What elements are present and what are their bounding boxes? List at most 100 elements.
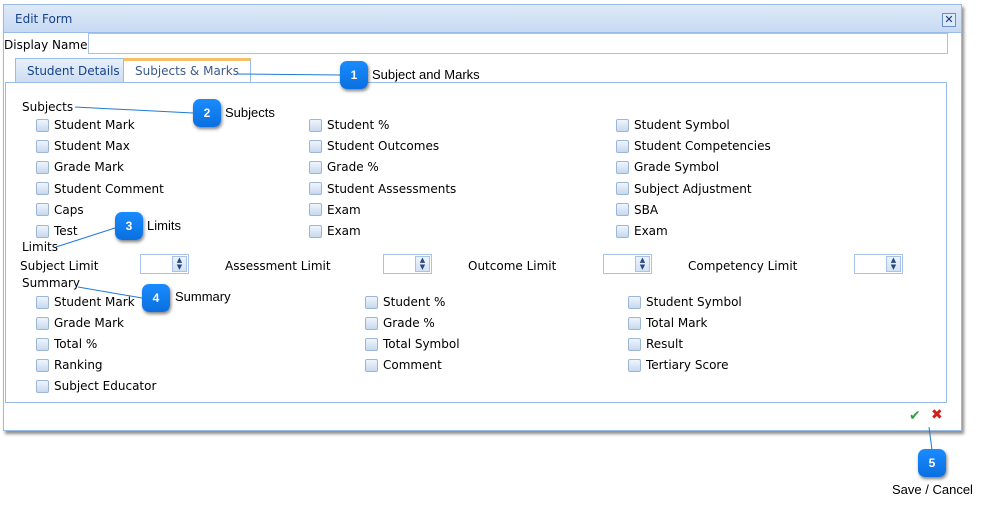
subjects-checkbox-item[interactable]: Student Symbol <box>616 118 730 132</box>
close-icon[interactable]: ✕ <box>942 13 956 27</box>
subjects-checkbox-item[interactable]: Grade % <box>309 160 379 174</box>
subjects-checkbox-item[interactable]: Grade Mark <box>36 160 124 174</box>
tab-subjects-marks[interactable]: Subjects & Marks <box>123 58 251 85</box>
subjects-checkbox-item[interactable]: Student Max <box>36 139 130 153</box>
subjects-checkbox-item[interactable]: Exam <box>309 203 361 217</box>
callout-badge-2: 2 <box>193 99 221 127</box>
summary-checkbox-item[interactable]: Student Mark <box>36 295 135 309</box>
callout-text-3: Limits <box>147 218 181 233</box>
checkbox[interactable] <box>36 160 49 174</box>
checkbox[interactable] <box>309 160 322 174</box>
checkbox[interactable] <box>616 160 629 174</box>
checkbox[interactable] <box>36 295 49 309</box>
checkbox[interactable] <box>628 316 641 330</box>
checkbox[interactable] <box>616 203 629 217</box>
subjects-checkbox-item[interactable]: Exam <box>616 224 668 238</box>
cross-icon[interactable]: ✖ <box>931 407 943 423</box>
callout-badge-4: 4 <box>142 284 170 312</box>
checkbox-label: Exam <box>327 224 361 238</box>
outcome-limit-spinner[interactable]: ▲ ▼ <box>603 254 652 274</box>
subjects-checkbox-item[interactable]: Student Assessments <box>309 182 456 196</box>
callout-badge-3: 3 <box>115 212 143 240</box>
summary-checkbox-item[interactable]: Ranking <box>36 358 103 372</box>
checkbox-label: Student Symbol <box>646 295 742 309</box>
checkbox-label: Student % <box>327 118 390 132</box>
checkbox[interactable] <box>365 358 378 372</box>
checkbox[interactable] <box>309 224 322 238</box>
chevron-down-icon[interactable]: ▼ <box>173 264 186 271</box>
checkbox[interactable] <box>365 316 378 330</box>
callout-text-4: Summary <box>175 289 231 304</box>
subjects-checkbox-item[interactable]: Test <box>36 224 78 238</box>
checkbox[interactable] <box>616 118 629 132</box>
checkbox[interactable] <box>616 182 629 196</box>
checkbox[interactable] <box>309 139 322 153</box>
chevron-down-icon[interactable]: ▼ <box>887 264 900 271</box>
display-name-input[interactable] <box>88 33 948 54</box>
checkbox[interactable] <box>36 379 49 393</box>
competency-limit-spinner[interactable]: ▲ ▼ <box>854 254 903 274</box>
checkbox[interactable] <box>309 182 322 196</box>
summary-checkbox-item[interactable]: Total Symbol <box>365 337 460 351</box>
spinner-buttons[interactable]: ▲ ▼ <box>172 256 187 272</box>
checkbox-label: Test <box>54 224 78 238</box>
checkbox-label: Exam <box>634 224 668 238</box>
subjects-checkbox-item[interactable]: Student % <box>309 118 389 132</box>
subjects-section-label: Subjects <box>22 100 74 114</box>
tab-student-details[interactable]: Student Details <box>15 58 132 83</box>
spinner-buttons[interactable]: ▲ ▼ <box>415 256 430 272</box>
checkbox[interactable] <box>36 139 49 153</box>
checkbox[interactable] <box>365 295 378 309</box>
checkbox-label: Student Comment <box>54 181 164 196</box>
checkbox-label: SBA <box>634 202 659 217</box>
checkbox[interactable] <box>36 337 49 351</box>
checkbox[interactable] <box>36 358 49 372</box>
checkbox[interactable] <box>309 118 322 132</box>
summary-checkbox-item[interactable]: Tertiary Score <box>628 358 728 372</box>
subjects-checkbox-item[interactable]: Exam <box>309 224 361 238</box>
summary-checkbox-item[interactable]: Grade % <box>365 316 435 330</box>
summary-checkbox-item[interactable]: Comment <box>365 358 442 372</box>
checkbox[interactable] <box>36 203 49 217</box>
subjects-checkbox-item[interactable]: Student Mark <box>36 118 135 132</box>
summary-checkbox-item[interactable]: Grade Mark <box>36 316 124 330</box>
subjects-checkbox-item[interactable]: Student Outcomes <box>309 139 439 153</box>
checkbox-label: Student % <box>383 295 446 309</box>
summary-checkbox-item[interactable]: Subject Educator <box>36 379 156 393</box>
checkmark-icon[interactable]: ✔ <box>909 408 921 424</box>
subjects-checkbox-item[interactable]: Caps <box>36 203 84 217</box>
chevron-down-icon[interactable]: ▼ <box>636 264 649 271</box>
spinner-buttons[interactable]: ▲ ▼ <box>635 256 650 272</box>
subject-limit-spinner[interactable]: ▲ ▼ <box>140 254 189 274</box>
checkbox[interactable] <box>36 182 49 196</box>
checkbox[interactable] <box>628 358 641 372</box>
checkbox[interactable] <box>36 316 49 330</box>
checkbox[interactable] <box>616 139 629 153</box>
subjects-checkbox-item[interactable]: Student Competencies <box>616 139 771 153</box>
checkbox[interactable] <box>616 224 629 238</box>
spinner-buttons[interactable]: ▲ ▼ <box>886 256 901 272</box>
summary-checkbox-item[interactable]: Total % <box>36 337 97 351</box>
assessment-limit-spinner[interactable]: ▲ ▼ <box>383 254 432 274</box>
checkbox[interactable] <box>309 203 322 217</box>
checkbox[interactable] <box>36 118 49 132</box>
outcome-limit-label: Outcome Limit <box>468 259 557 273</box>
checkbox[interactable] <box>365 337 378 351</box>
summary-checkbox-item[interactable]: Student Symbol <box>628 295 742 309</box>
chevron-down-icon[interactable]: ▼ <box>416 264 429 271</box>
checkbox-label: Comment <box>383 358 442 372</box>
subjects-checkbox-item[interactable]: SBA <box>616 203 658 217</box>
checkbox[interactable] <box>628 337 641 351</box>
dialog-titlebar[interactable]: Edit Form ✕ <box>4 5 961 33</box>
checkbox-label: Student Outcomes <box>327 139 440 154</box>
summary-checkbox-item[interactable]: Total Mark <box>628 316 707 330</box>
summary-checkbox-item[interactable]: Student % <box>365 295 445 309</box>
summary-checkbox-item[interactable]: Result <box>628 337 683 351</box>
checkbox[interactable] <box>36 224 49 238</box>
subjects-checkbox-item[interactable]: Student Comment <box>36 182 164 196</box>
checkbox-label: Subject Adjustment <box>634 181 752 196</box>
checkbox[interactable] <box>628 295 641 309</box>
checkbox-label: Grade Mark <box>54 316 124 330</box>
subjects-checkbox-item[interactable]: Subject Adjustment <box>616 182 752 196</box>
subjects-checkbox-item[interactable]: Grade Symbol <box>616 160 719 174</box>
